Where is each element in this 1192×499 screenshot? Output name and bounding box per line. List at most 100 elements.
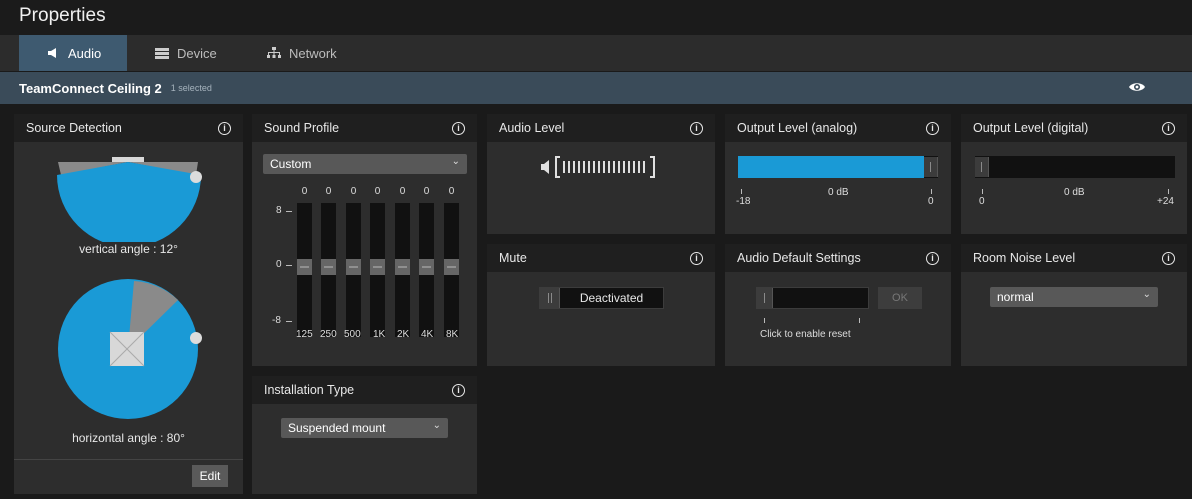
eq-slider-handle[interactable]	[321, 259, 336, 275]
tab-device[interactable]: Device	[155, 35, 245, 71]
info-icon[interactable]: i	[690, 251, 703, 265]
window-title: Properties	[19, 5, 106, 26]
installation-type-select[interactable]: Suspended mount ⌄	[281, 418, 448, 438]
tab-bar: Audio Device Network	[0, 35, 1192, 71]
ok-button[interactable]: OK	[878, 287, 922, 309]
scale-tick	[931, 189, 932, 194]
eq-slider-handle[interactable]	[370, 259, 385, 275]
output-analog-slider[interactable]	[738, 156, 938, 178]
eq-slider-handle[interactable]	[419, 259, 434, 275]
eq-slider-handle[interactable]	[444, 259, 459, 275]
panel-title: Sound Profile	[264, 121, 340, 135]
slider-knob[interactable]	[924, 157, 938, 177]
tab-network-label: Network	[289, 45, 337, 61]
info-icon[interactable]: i	[690, 121, 703, 135]
reset-toggle[interactable]	[756, 287, 869, 309]
reset-hint: Click to enable reset	[760, 329, 851, 340]
divider	[14, 459, 243, 460]
speaker-icon	[48, 48, 56, 58]
edit-button[interactable]: Edit	[192, 465, 228, 487]
eq-slider-handle[interactable]	[395, 259, 410, 275]
installation-type-value: Suspended mount	[288, 421, 386, 435]
panel-header: Room Noise Level i	[961, 244, 1187, 272]
chevron-down-icon: ⌄	[432, 420, 441, 431]
output-digital-slider[interactable]	[975, 156, 1175, 178]
eye-icon[interactable]	[1128, 81, 1146, 93]
info-icon[interactable]: i	[218, 121, 231, 135]
room-noise-select[interactable]: normal ⌄	[990, 287, 1158, 307]
info-icon[interactable]: i	[926, 251, 939, 265]
eq-scale-bottom: -8	[272, 315, 281, 326]
panel-title: Audio Default Settings	[737, 251, 861, 265]
chevron-down-icon: ⌄	[451, 156, 460, 167]
eq-slider-2k[interactable]	[395, 203, 410, 337]
tab-network[interactable]: Network	[267, 35, 367, 71]
output-analog-value: 0 dB	[828, 187, 849, 198]
vertical-angle-diagram	[57, 157, 202, 242]
eq-slider-250[interactable]	[321, 203, 336, 337]
output-analog-fill	[738, 156, 924, 178]
info-icon[interactable]: i	[1162, 121, 1175, 135]
panel-header: Audio Default Settings i	[725, 244, 951, 272]
horizontal-angle-label: horizontal angle : 80°	[72, 431, 185, 445]
panel-header: Source Detection i	[14, 114, 243, 142]
panel-title: Installation Type	[264, 383, 355, 397]
eq-slider-500[interactable]	[346, 203, 361, 337]
tab-audio-label: Audio	[68, 45, 102, 61]
eq-band-value: 0	[374, 186, 381, 197]
eq-band-freq: 4K	[421, 329, 434, 340]
tab-audio[interactable]: Audio	[19, 35, 127, 71]
info-icon[interactable]: i	[452, 121, 465, 135]
sound-profile-select[interactable]: Custom ⌄	[263, 154, 467, 174]
eq-slider-4k[interactable]	[419, 203, 434, 337]
eq-slider-handle[interactable]	[346, 259, 361, 275]
horizontal-angle-diagram	[58, 279, 202, 419]
eq-band-freq: 2K	[397, 329, 410, 340]
panel-title: Room Noise Level	[973, 251, 1076, 265]
toggle-knob[interactable]	[757, 288, 773, 308]
room-noise-value: normal	[997, 290, 1034, 304]
slider-knob[interactable]	[975, 157, 989, 177]
info-icon[interactable]: i	[926, 121, 939, 135]
eq-band-value: 0	[350, 186, 357, 197]
panel-title: Output Level (digital)	[973, 121, 1089, 135]
eq-band-freq: 1K	[373, 329, 386, 340]
audio-level-panel: Audio Level i	[487, 114, 715, 234]
selection-count: 1 selected	[170, 83, 212, 93]
eq-band-freq: 500	[344, 329, 361, 340]
panel-title: Source Detection	[26, 121, 122, 135]
panel-header: Output Level (digital) i	[961, 114, 1187, 142]
vertical-angle-label: vertical angle : 12°	[79, 242, 178, 256]
eq-band-value: 0	[325, 186, 332, 197]
eq-slider-1k[interactable]	[370, 203, 385, 337]
network-icon	[267, 47, 281, 58]
chevron-down-icon: ⌄	[1142, 289, 1151, 300]
mute-toggle[interactable]: Deactivated	[539, 287, 664, 309]
eq-band-freq: 125	[296, 329, 313, 340]
eq-slider-8k[interactable]	[444, 203, 459, 337]
device-name: TeamConnect Ceiling 2	[19, 80, 162, 96]
output-digital-min: 0	[979, 196, 985, 207]
output-analog-max: 0	[928, 196, 934, 207]
panel-header: Installation Type i	[252, 376, 477, 404]
eq-band-freq: 8K	[446, 329, 459, 340]
eq-slider-handle[interactable]	[297, 259, 312, 275]
device-icon	[155, 47, 169, 59]
toggle-knob[interactable]	[540, 288, 560, 308]
info-icon[interactable]: i	[1162, 251, 1175, 265]
sound-profile-value: Custom	[270, 157, 312, 171]
eq-tick	[286, 265, 292, 266]
output-analog-min: -18	[736, 196, 751, 207]
info-icon[interactable]: i	[452, 383, 465, 397]
scale-tick	[741, 189, 742, 194]
eq-slider-125[interactable]	[297, 203, 312, 337]
panel-title: Mute	[499, 251, 527, 265]
eq-scale-mid: 0	[276, 259, 282, 270]
eq-scale-top: 8	[276, 205, 282, 216]
panel-header: Mute i	[487, 244, 715, 272]
scale-tick	[859, 318, 860, 323]
eq-band-value: 0	[399, 186, 406, 197]
eq-band-value: 0	[448, 186, 455, 197]
tab-device-label: Device	[177, 45, 217, 61]
eq-band-freq: 250	[320, 329, 337, 340]
